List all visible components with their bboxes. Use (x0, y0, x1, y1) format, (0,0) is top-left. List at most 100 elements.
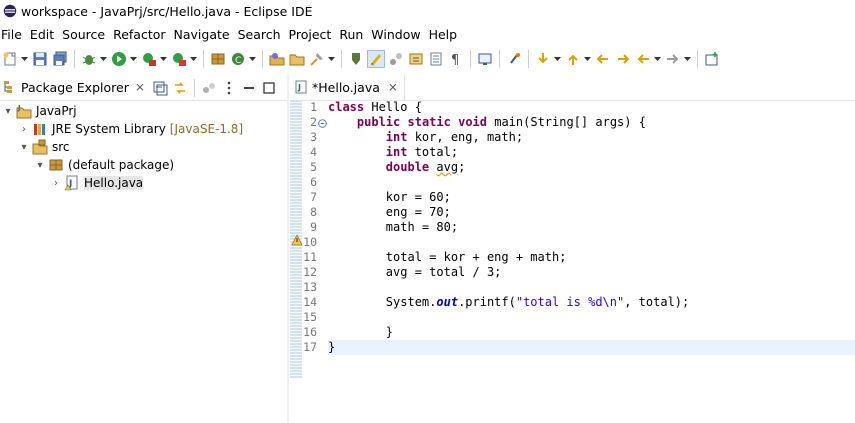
close-icon[interactable]: ⨯ (135, 80, 145, 94)
open-perspective-icon[interactable] (704, 51, 720, 67)
tree-item-label: Hello.java (84, 176, 144, 190)
tree-item-decoration: [JavaSE-1.8] (169, 122, 244, 136)
next-annotation-icon[interactable] (408, 51, 424, 67)
forward-dropdown-icon[interactable] (683, 51, 691, 67)
tree-item-default-package[interactable]: ▾ (default package) (34, 156, 174, 174)
line-number: 11 (303, 250, 317, 264)
close-icon[interactable]: ⨯ (388, 80, 398, 94)
toolbar-separator (74, 50, 75, 68)
prev-edit-dropdown-icon[interactable] (583, 51, 591, 67)
debug-icon[interactable] (81, 51, 97, 67)
open-type-icon[interactable] (269, 51, 285, 67)
tree-item-jre-library[interactable]: › JRE System Library [JavaSE-1.8] (18, 120, 243, 138)
filters-icon[interactable] (201, 80, 217, 96)
new-java-package-icon[interactable] (210, 51, 226, 67)
code-line-1: class Hello { (328, 100, 422, 114)
package-explorer-title: Package Explorer (21, 79, 129, 95)
pin-icon[interactable] (506, 51, 522, 67)
toolbar-separator (203, 50, 204, 68)
debug-dropdown-icon[interactable] (99, 51, 107, 67)
minimize-icon[interactable] (241, 80, 257, 96)
code-line-5: double avg; (385, 160, 466, 174)
line-number: 15 (303, 310, 317, 324)
open-task-icon[interactable] (289, 51, 305, 67)
line-number: 9 (310, 220, 317, 234)
menu-run[interactable]: Run (338, 27, 369, 42)
prev-edit-location-icon[interactable] (565, 51, 581, 67)
toggle-breadcrumb-icon[interactable] (388, 51, 404, 67)
save-all-icon[interactable] (52, 51, 68, 67)
current-line-highlight (328, 340, 855, 355)
coverage-icon[interactable] (141, 51, 157, 67)
back-to-edit-icon[interactable] (615, 51, 631, 67)
new-java-class-icon[interactable]: C (230, 51, 246, 67)
chevron-down-icon[interactable]: ▾ (34, 159, 46, 171)
forward-icon[interactable] (665, 51, 681, 67)
show-whitespace-icon[interactable] (428, 51, 444, 67)
warning-marker-icon[interactable] (291, 234, 303, 246)
next-edit-dropdown-icon[interactable] (553, 51, 561, 67)
paragraph-icon[interactable]: ¶ (448, 51, 464, 67)
java-file-warning-icon: J (64, 175, 80, 191)
editor-tab-label: *Hello.java (312, 79, 380, 95)
line-number: 5 (310, 160, 317, 174)
package-icon (48, 157, 64, 173)
back-dropdown-icon[interactable] (653, 51, 661, 67)
search-tool-icon[interactable] (309, 51, 325, 67)
toggle-mark-occurrences-icon[interactable] (348, 51, 364, 67)
chevron-down-icon[interactable]: ▾ (2, 105, 14, 117)
new-class-dropdown-icon[interactable] (248, 51, 256, 67)
link-with-editor-icon[interactable] (172, 80, 188, 96)
last-edit-location-icon[interactable] (595, 51, 611, 67)
new-dropdown-icon[interactable] (20, 51, 28, 67)
tab-hello-java[interactable]: J *Hello.java ⨯ (290, 74, 405, 100)
line-number: 2 (310, 115, 317, 129)
menu-project[interactable]: Project (288, 27, 338, 42)
menu-file[interactable]: File (0, 27, 28, 42)
package-explorer-icon (4, 81, 12, 93)
external-tools-dropdown-icon[interactable] (189, 51, 197, 67)
tab-package-explorer[interactable]: Package Explorer ⨯ (0, 74, 145, 100)
console-icon[interactable] (477, 51, 493, 67)
chevron-right-icon[interactable]: › (18, 123, 30, 135)
package-explorer-toolbar (150, 79, 279, 97)
menu-help[interactable]: Help (428, 27, 464, 42)
package-explorer-view: Package Explorer ⨯ ▾ J JavaPrj › JRE Sys… (0, 74, 287, 423)
window-title: workspace - JavaPrj/src/Hello.java - Ecl… (21, 3, 313, 19)
menu-search[interactable]: Search (237, 27, 287, 42)
back-icon[interactable] (635, 51, 651, 67)
svg-text:J: J (17, 104, 21, 112)
line-number: 4 (310, 145, 317, 159)
code-line-4: int total; (385, 145, 459, 159)
maximize-icon[interactable] (261, 80, 277, 96)
fold-collapse-icon[interactable] (318, 119, 327, 128)
menu-source[interactable]: Source (61, 27, 111, 42)
menu-refactor[interactable]: Refactor (112, 27, 171, 42)
view-menu-icon[interactable] (221, 80, 237, 96)
code-line-7: kor = 60; (328, 190, 451, 204)
chevron-down-icon[interactable]: ▾ (18, 141, 30, 153)
tree-item-javaprj[interactable]: ▾ J JavaPrj (2, 102, 77, 120)
collapse-all-icon[interactable] (152, 80, 168, 96)
tree-item-src[interactable]: ▾ src (18, 138, 70, 156)
menu-window[interactable]: Window (370, 27, 426, 42)
editor-area: J *Hello.java ⨯ 1 2 3 4 5 6 7 8 9 10 11 … (290, 74, 855, 423)
chevron-right-icon[interactable]: › (50, 177, 62, 189)
svg-text:J: J (297, 83, 301, 92)
menu-navigate[interactable]: Navigate (173, 27, 236, 42)
run-dropdown-icon[interactable] (129, 51, 137, 67)
coverage-dropdown-icon[interactable] (159, 51, 167, 67)
line-number: 14 (303, 295, 317, 309)
run-icon[interactable] (111, 51, 127, 67)
next-edit-location-icon[interactable] (535, 51, 551, 67)
toggle-highlight-icon[interactable] (367, 50, 385, 68)
external-tools-icon[interactable] (171, 51, 187, 67)
menu-edit[interactable]: Edit (29, 27, 60, 42)
tree-item-hello-java[interactable]: › J Hello.java (50, 174, 144, 192)
code-line-16: } (328, 325, 394, 339)
search-tool-dropdown-icon[interactable] (327, 51, 335, 67)
sash-divider[interactable] (287, 74, 289, 423)
new-icon[interactable] (2, 51, 18, 67)
line-number: 3 (310, 130, 317, 144)
save-icon[interactable] (32, 51, 48, 67)
